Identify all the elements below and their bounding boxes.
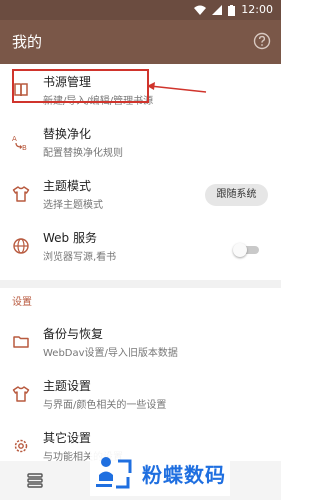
menu-item-subtitle: 选择主题模式 [43,200,103,211]
settings-item-subtitle: WebDav设置/导入旧版本数据 [43,348,178,359]
gear-icon [14,439,28,453]
settings-item-title: 主题设置 [43,379,92,393]
menu-item-subtitle: 浏览器写源,看书 [43,252,117,263]
wifi-icon [194,5,207,15]
signal-icon [212,5,223,15]
page-title: 我的 [12,33,43,51]
battery-icon [228,4,236,16]
menu-item-replace[interactable]: A B 替换净化 配置替换净化规则 [0,118,281,170]
folder-icon [13,336,29,348]
arrow-icon [147,82,207,93]
menu-item-subtitle: 配置替换净化规则 [43,148,123,159]
replace-icon: A B [12,135,27,151]
watermark-text: 粉蝶数码 [142,462,226,487]
menu-item-title: Web 服务 [43,231,97,245]
toggle-thumb [233,243,247,257]
bookshelf-icon[interactable] [25,470,45,490]
settings-item-subtitle: 与界面/颜色相关的一些设置 [43,400,167,411]
watermark-logo-icon [96,457,132,489]
menu-item-title: 替换净化 [43,127,92,141]
settings-section-header: 设置 [12,297,32,308]
tshirt-icon [12,386,30,402]
status-time: 12:00 [241,3,273,16]
theme-mode-button[interactable]: 跟随系统 [205,184,268,206]
settings-item-title: 其它设置 [43,431,92,445]
settings-item-theme[interactable]: 主题设置 与界面/颜色相关的一些设置 [0,370,281,422]
app-bar: 我的 [0,20,281,64]
help-icon[interactable] [253,32,271,50]
status-icons: 12:00 [194,3,273,17]
watermark: 粉蝶数码 [90,450,230,496]
web-service-toggle[interactable] [233,243,261,257]
globe-icon [13,238,29,254]
section-divider [0,280,281,288]
status-bar: 12:00 [0,0,281,20]
highlight-annotation [12,69,149,103]
svg-text:B: B [22,144,27,151]
tshirt-icon [12,186,30,202]
settings-item-backup[interactable]: 备份与恢复 WebDav设置/导入旧版本数据 [0,318,281,370]
menu-item-title: 主题模式 [43,179,92,193]
svg-text:A: A [12,135,17,143]
settings-item-title: 备份与恢复 [43,327,104,341]
